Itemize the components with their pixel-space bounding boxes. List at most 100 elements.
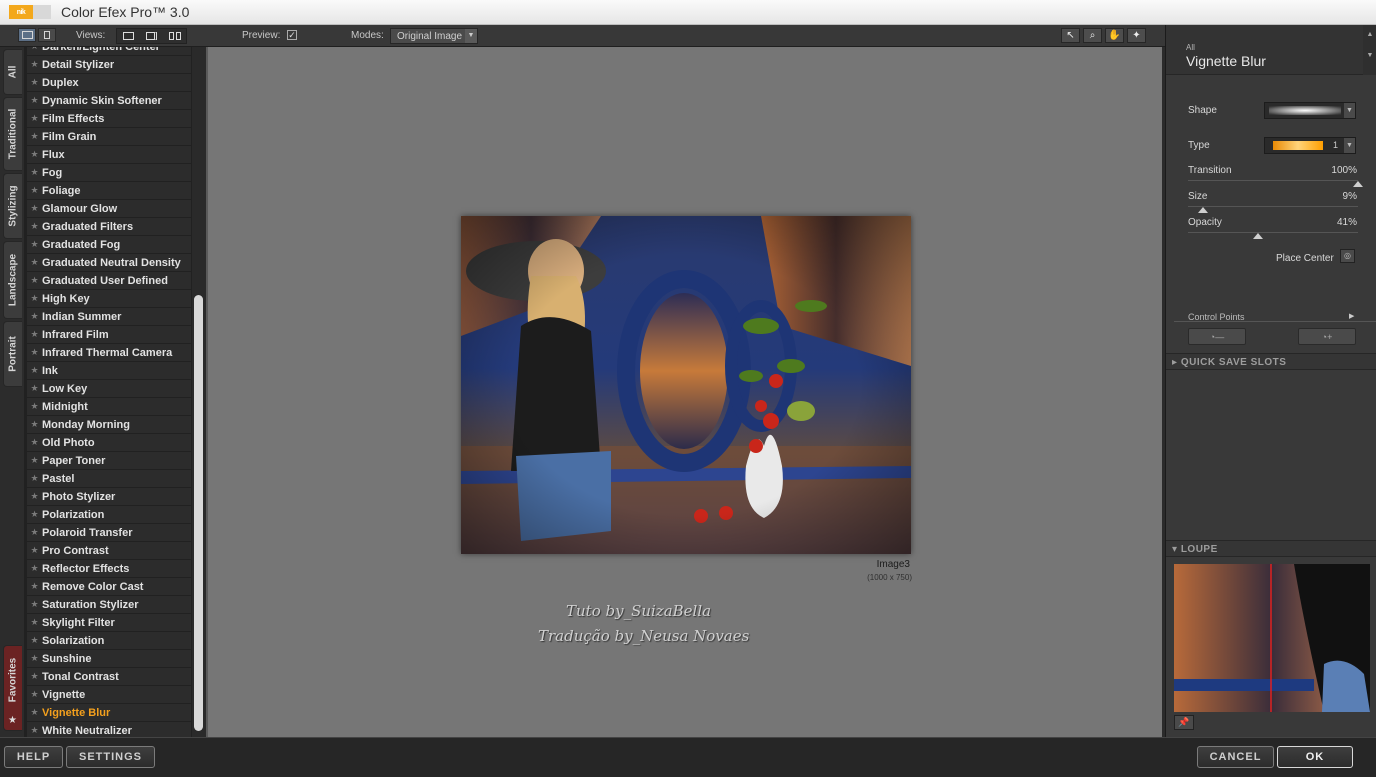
favorite-star-icon[interactable]: ★ — [27, 149, 42, 160]
expand-arrow-icon[interactable]: ▶ — [1349, 312, 1354, 320]
filter-list-item[interactable]: ★ Dynamic Skin Softener — [27, 92, 191, 109]
filter-list-item[interactable]: ★ Polaroid Transfer — [27, 524, 191, 541]
opacity-slider[interactable] — [1188, 232, 1358, 239]
filter-list-item[interactable]: ★ White Neutralizer — [27, 722, 191, 737]
favorite-star-icon[interactable]: ★ — [27, 527, 42, 538]
favorite-star-icon[interactable]: ★ — [27, 239, 42, 250]
favorite-star-icon[interactable]: ★ — [27, 59, 42, 70]
favorite-star-icon[interactable]: ★ — [27, 275, 42, 286]
tab-stylizing[interactable]: Stylizing — [3, 173, 22, 239]
favorite-star-icon[interactable]: ★ — [27, 725, 42, 736]
favorite-star-icon[interactable]: ★ — [27, 203, 42, 214]
favorite-star-icon[interactable]: ★ — [27, 419, 42, 430]
filter-list-item[interactable]: ★Darken/Lighten Center — [27, 47, 191, 55]
view-single-button[interactable] — [117, 29, 140, 43]
filter-list-item[interactable]: ★ Saturation Stylizer — [27, 596, 191, 613]
view-side-by-side-button[interactable] — [163, 29, 186, 43]
filter-list-item[interactable]: ★ Reflector Effects — [27, 560, 191, 577]
favorite-star-icon[interactable]: ★ — [27, 545, 42, 556]
filter-list-item[interactable]: ★ Polarization — [27, 506, 191, 523]
favorite-star-icon[interactable]: ★ — [27, 95, 42, 106]
tab-portrait[interactable]: Portrait — [3, 321, 22, 387]
loupe-view[interactable] — [1174, 564, 1370, 712]
remove-control-point-button[interactable]: ◔— — [1188, 328, 1246, 345]
single-view-button[interactable] — [18, 28, 36, 42]
favorite-star-icon[interactable]: ★ — [27, 77, 42, 88]
preview-image[interactable] — [461, 216, 911, 554]
filter-list-item[interactable]: ★ Low Key — [27, 380, 191, 397]
favorite-star-icon[interactable]: ★ — [27, 113, 42, 124]
cancel-button[interactable]: CANCEL — [1197, 746, 1274, 768]
filter-list-item[interactable]: ★ Photo Stylizer — [27, 488, 191, 505]
transition-slider[interactable] — [1188, 180, 1363, 187]
filter-list-item[interactable]: ★ Foliage — [27, 182, 191, 199]
preview-checkbox[interactable]: ✓ — [287, 30, 297, 40]
favorite-star-icon[interactable]: ★ — [27, 365, 42, 376]
shape-dropdown[interactable]: ▼ — [1264, 102, 1356, 119]
favorite-star-icon[interactable]: ★ — [27, 563, 42, 574]
favorite-star-icon[interactable]: ★ — [27, 329, 42, 340]
tab-favorites[interactable]: Favorites ★ — [3, 645, 22, 731]
filter-list-item[interactable]: ★ Remove Color Cast — [27, 578, 191, 595]
filter-list-item[interactable]: ★ Old Photo — [27, 434, 191, 451]
favorite-star-icon[interactable]: ★ — [27, 167, 42, 178]
filter-list-item[interactable]: ★ Film Effects — [27, 110, 191, 127]
favorite-star-icon[interactable]: ★ — [27, 455, 42, 466]
filter-list-item[interactable]: ★ Paper Toner — [27, 452, 191, 469]
loupe-header[interactable]: ▾ LOUPE — [1166, 540, 1376, 557]
filter-list-item[interactable]: ★ Vignette Blur — [27, 704, 191, 721]
filter-list-item[interactable]: ★ Pro Contrast — [27, 542, 191, 559]
hand-tool-icon[interactable]: ✋ — [1105, 28, 1124, 43]
favorite-star-icon[interactable]: ★ — [27, 635, 42, 646]
opacity-slider-thumb[interactable] — [1252, 233, 1263, 239]
filter-list-item[interactable]: ★ Skylight Filter — [27, 614, 191, 631]
pointer-tool-icon[interactable]: ↖ — [1061, 28, 1080, 43]
filter-list-item[interactable]: ★ Graduated Filters — [27, 218, 191, 235]
place-center-button[interactable]: ◎ — [1340, 249, 1355, 263]
favorite-star-icon[interactable]: ★ — [27, 221, 42, 232]
filter-list-item[interactable]: ★ Indian Summer — [27, 308, 191, 325]
filter-list-item[interactable]: ★ Infrared Thermal Camera — [27, 344, 191, 361]
favorite-star-icon[interactable]: ★ — [27, 491, 42, 502]
favorite-star-icon[interactable]: ★ — [27, 707, 42, 718]
favorite-star-icon[interactable]: ★ — [27, 437, 42, 448]
tab-all[interactable]: All — [3, 49, 22, 95]
filter-list-item[interactable]: ★ Glamour Glow — [27, 200, 191, 217]
filter-list-item[interactable]: ★ Pastel — [27, 470, 191, 487]
favorite-star-icon[interactable]: ★ — [27, 257, 42, 268]
filter-list-item[interactable]: ★ Ink — [27, 362, 191, 379]
favorite-star-icon[interactable]: ★ — [27, 599, 42, 610]
settings-button[interactable]: SETTINGS — [66, 746, 155, 768]
filter-list-item[interactable]: ★ Monday Morning — [27, 416, 191, 433]
favorite-star-icon[interactable]: ★ — [27, 653, 42, 664]
filter-list-item[interactable]: ★ Film Grain — [27, 128, 191, 145]
control-point-tool-icon[interactable]: ✦ — [1127, 28, 1146, 43]
favorite-star-icon[interactable]: ★ — [27, 131, 42, 142]
filter-list-item[interactable]: ★ Graduated Neutral Density — [27, 254, 191, 271]
filter-list-item[interactable]: ★ Sunshine — [27, 650, 191, 667]
type-dropdown[interactable]: 1 ▼ — [1264, 137, 1356, 154]
filter-list-item[interactable]: ★ Flux — [27, 146, 191, 163]
add-control-point-button[interactable]: ◔+ — [1298, 328, 1356, 345]
filter-list-item[interactable]: ★ Solarization — [27, 632, 191, 649]
zoom-tool-icon[interactable]: ⌕ — [1083, 28, 1102, 43]
filter-list-item[interactable]: ★ Vignette — [27, 686, 191, 703]
ok-button[interactable]: OK — [1277, 746, 1353, 768]
filter-list-item[interactable]: ★ Duplex — [27, 74, 191, 91]
favorite-star-icon[interactable]: ★ — [27, 293, 42, 304]
pin-icon[interactable]: 📌 — [1174, 715, 1194, 730]
filter-list-item[interactable]: ★ High Key — [27, 290, 191, 307]
filter-list-item[interactable]: ★ Midnight — [27, 398, 191, 415]
favorite-star-icon[interactable]: ★ — [27, 47, 42, 52]
size-slider[interactable] — [1188, 206, 1358, 213]
size-slider-thumb[interactable] — [1198, 207, 1209, 213]
favorite-star-icon[interactable]: ★ — [27, 347, 42, 358]
view-split-button[interactable] — [140, 29, 163, 43]
favorite-star-icon[interactable]: ★ — [27, 689, 42, 700]
filter-list-item[interactable]: ★ Fog — [27, 164, 191, 181]
favorite-star-icon[interactable]: ★ — [27, 509, 42, 520]
tab-landscape[interactable]: Landscape — [3, 241, 22, 319]
favorite-star-icon[interactable]: ★ — [27, 617, 42, 628]
transition-slider-thumb[interactable] — [1353, 181, 1363, 187]
filter-list-item[interactable]: ★ Detail Stylizer — [27, 56, 191, 73]
